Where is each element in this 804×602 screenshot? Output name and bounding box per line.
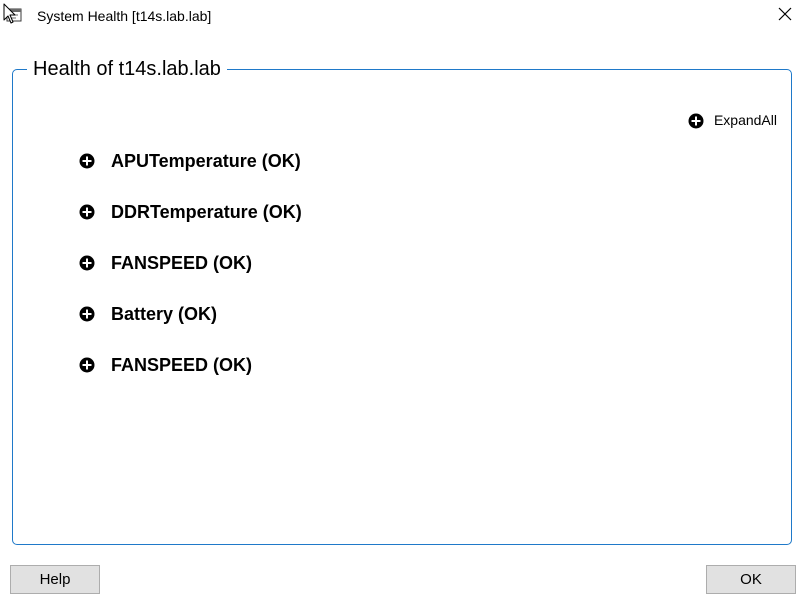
close-button[interactable] [770, 2, 800, 30]
tree-item-aputemperature[interactable]: APUTemperature (OK) [79, 151, 302, 202]
tree-item-label: Battery (OK) [111, 304, 218, 324]
tree-item-label: FANSPEED (OK) [111, 253, 253, 273]
groupbox-legend: Health of t14s.lab.lab [27, 57, 227, 81]
tree-item-label: DDRTemperature (OK) [111, 202, 302, 222]
close-icon [778, 7, 792, 26]
plus-circle-icon[interactable] [79, 153, 95, 169]
tree-item-label: APUTemperature (OK) [111, 151, 301, 171]
tree-item-label: FANSPEED (OK) [111, 355, 253, 375]
tree-item-battery[interactable]: Battery (OK) [79, 304, 302, 355]
window-title: System Health [t14s.lab.lab] [37, 8, 212, 24]
tree-item-fanspeed[interactable]: FANSPEED (OK) [79, 253, 302, 304]
health-groupbox: Health of t14s.lab.lab ExpandAll APUTemp… [12, 57, 792, 545]
help-button[interactable]: Help [10, 565, 100, 594]
plus-circle-icon[interactable] [79, 306, 95, 322]
health-tree: APUTemperature (OK) DDRTemperature (OK) [79, 151, 302, 406]
plus-circle-icon [688, 113, 704, 129]
mouse-pointer-icon [3, 3, 17, 25]
plus-circle-icon[interactable] [79, 204, 95, 220]
tree-item-ddrtemperature[interactable]: DDRTemperature (OK) [79, 202, 302, 253]
plus-circle-icon[interactable] [79, 357, 95, 373]
plus-circle-icon[interactable] [79, 255, 95, 271]
expand-all-label: ExpandAll [713, 112, 777, 128]
title-bar: System Health [t14s.lab.lab] [0, 0, 804, 34]
expand-all-link[interactable]: ExpandAll [688, 111, 777, 129]
tree-item-fanspeed-2[interactable]: FANSPEED (OK) [79, 355, 302, 406]
ok-button[interactable]: OK [706, 565, 796, 594]
